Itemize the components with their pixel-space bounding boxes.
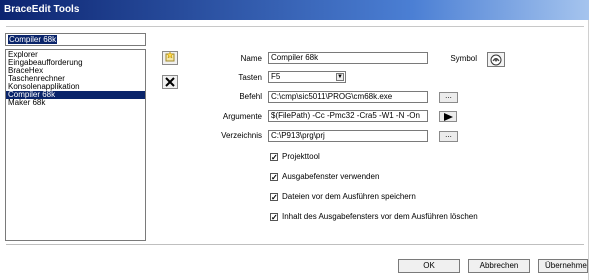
checkbox-check-icon: ✓: [270, 152, 278, 162]
verzeichnis-browse-button[interactable]: ...: [439, 131, 458, 142]
dateien-speichern-checkbox[interactable]: ✓ Dateien vor dem Ausführen speichern: [270, 192, 416, 201]
checkbox-label: Projekttool: [282, 152, 320, 161]
argumente-input[interactable]: $(FilePath) -Cc -Pmc32 -Cra5 -W1 -N -On: [268, 110, 428, 122]
tool-list-panel: Compiler 68k Explorer Eingabeaufforderun…: [5, 33, 146, 241]
argumente-label: Argumente: [222, 112, 262, 121]
dropdown-arrow-icon[interactable]: ▼: [336, 73, 344, 81]
tool-search-value: Compiler 68k: [8, 35, 58, 44]
play-arrow-icon: [443, 112, 453, 121]
title-divider: [6, 26, 584, 27]
delete-tool-button[interactable]: [162, 75, 178, 89]
symbol-button[interactable]: [487, 52, 505, 67]
checkbox-check-icon: ✓: [270, 212, 278, 222]
tool-listbox[interactable]: Explorer Eingabeaufforderung BraceHex Ta…: [5, 49, 146, 241]
apply-button[interactable]: Übernehmen: [538, 259, 588, 273]
verzeichnis-label: Verzeichnis: [221, 131, 262, 140]
symbol-label: Symbol: [450, 54, 477, 63]
argumente-insert-button[interactable]: [439, 111, 457, 122]
befehl-label: Befehl: [239, 92, 262, 101]
delete-tool-icon: [165, 77, 175, 87]
name-label: Name: [240, 54, 262, 63]
checkbox-label: Ausgabefenster verwenden: [282, 172, 380, 181]
tasten-select[interactable]: F5 ▼: [268, 71, 346, 83]
list-item[interactable]: Maker 68k: [6, 99, 145, 107]
tasten-value: F5: [271, 72, 281, 81]
ausgabe-loeschen-checkbox[interactable]: ✓ Inhalt des Ausgabefensters vor dem Aus…: [270, 212, 478, 221]
tools-dialog: BraceEdit Tools Compiler 68k Explorer Ei…: [0, 0, 589, 280]
cancel-button[interactable]: Abbrechen: [468, 259, 530, 273]
tool-symbol-icon: [490, 54, 502, 65]
tool-search-field[interactable]: Compiler 68k: [5, 33, 146, 46]
befehl-input[interactable]: C:\cmp\sic5011\PROG\cm68k.exe: [268, 91, 428, 103]
verzeichnis-input[interactable]: C:\P913\prg\prj: [268, 130, 428, 142]
new-tool-icon: [165, 52, 175, 62]
checkbox-label: Inhalt des Ausgabefensters vor dem Ausfü…: [282, 212, 478, 221]
befehl-browse-button[interactable]: ...: [439, 92, 458, 103]
checkbox-check-icon: ✓: [270, 192, 278, 202]
tasten-label: Tasten: [238, 73, 262, 82]
ausgabefenster-checkbox[interactable]: ✓ Ausgabefenster verwenden: [270, 172, 379, 181]
projekttool-checkbox[interactable]: ✓ Projekttool: [270, 152, 320, 161]
new-tool-button[interactable]: [162, 51, 178, 65]
checkbox-label: Dateien vor dem Ausführen speichern: [282, 192, 416, 201]
ok-button[interactable]: OK: [398, 259, 460, 273]
window-title: BraceEdit Tools: [0, 0, 589, 20]
checkbox-check-icon: ✓: [270, 172, 278, 182]
footer-divider: [6, 244, 584, 245]
